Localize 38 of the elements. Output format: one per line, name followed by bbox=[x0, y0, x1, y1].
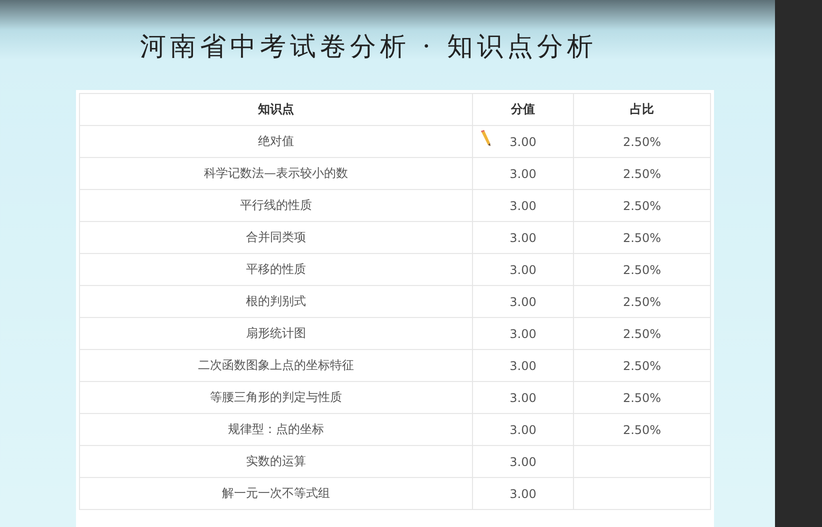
table-cell: 2.50% bbox=[574, 158, 710, 190]
slide-title: 河南省中考试卷分析 · 知识点分析 bbox=[140, 32, 598, 62]
table-cell: 2.50% bbox=[574, 286, 710, 318]
column-header: 知识点 bbox=[80, 94, 472, 126]
column-header: 占比 bbox=[574, 94, 710, 126]
table-cell: 3.00 bbox=[472, 190, 574, 222]
table-cell: 2.50% bbox=[574, 190, 710, 222]
table-cell: 2.50% bbox=[574, 222, 710, 254]
table-cell: 3.00 bbox=[472, 222, 574, 254]
table-cell: 解一元一次不等式组 bbox=[80, 478, 472, 510]
table-cell: 3.00 bbox=[472, 478, 574, 510]
table-cell: 3.00 bbox=[472, 414, 574, 446]
table-cell: 规律型：点的坐标 bbox=[80, 414, 472, 446]
table-cell: 2.50% bbox=[574, 254, 710, 286]
table-cell: 2.50% bbox=[574, 382, 710, 414]
table-cell: 3.00 bbox=[472, 286, 574, 318]
table-cell: 实数的运算 bbox=[80, 446, 472, 478]
table-cell: 3.00 bbox=[472, 350, 574, 382]
table-cell: 扇形统计图 bbox=[80, 318, 472, 350]
table-cell: 3.00 bbox=[472, 158, 574, 190]
table-cell: 等腰三角形的判定与性质 bbox=[80, 382, 472, 414]
table-cell: 二次函数图象上点的坐标特征 bbox=[80, 350, 472, 382]
table-cell: 2.50% bbox=[574, 414, 710, 446]
table-cell: 2.50% bbox=[574, 126, 710, 158]
table-cell: 2.50% bbox=[574, 318, 710, 350]
table-cell: 3.00 bbox=[472, 254, 574, 286]
pencil-icon bbox=[479, 130, 491, 146]
table-cell: 科学记数法—表示较小的数 bbox=[80, 158, 472, 190]
table-cell: 根的判别式 bbox=[80, 286, 472, 318]
table-cell: 合并同类项 bbox=[80, 222, 472, 254]
table-cell: 3.00 bbox=[472, 382, 574, 414]
table-cell: 绝对值 bbox=[80, 126, 472, 158]
table-cell: 平移的性质 bbox=[80, 254, 472, 286]
column-header: 分值 bbox=[472, 94, 574, 126]
table-cell: 平行线的性质 bbox=[80, 190, 472, 222]
table-cell: 2.50% bbox=[574, 350, 710, 382]
table-cell: 3.00 bbox=[472, 318, 574, 350]
table-cell: 3.00 bbox=[472, 446, 574, 478]
